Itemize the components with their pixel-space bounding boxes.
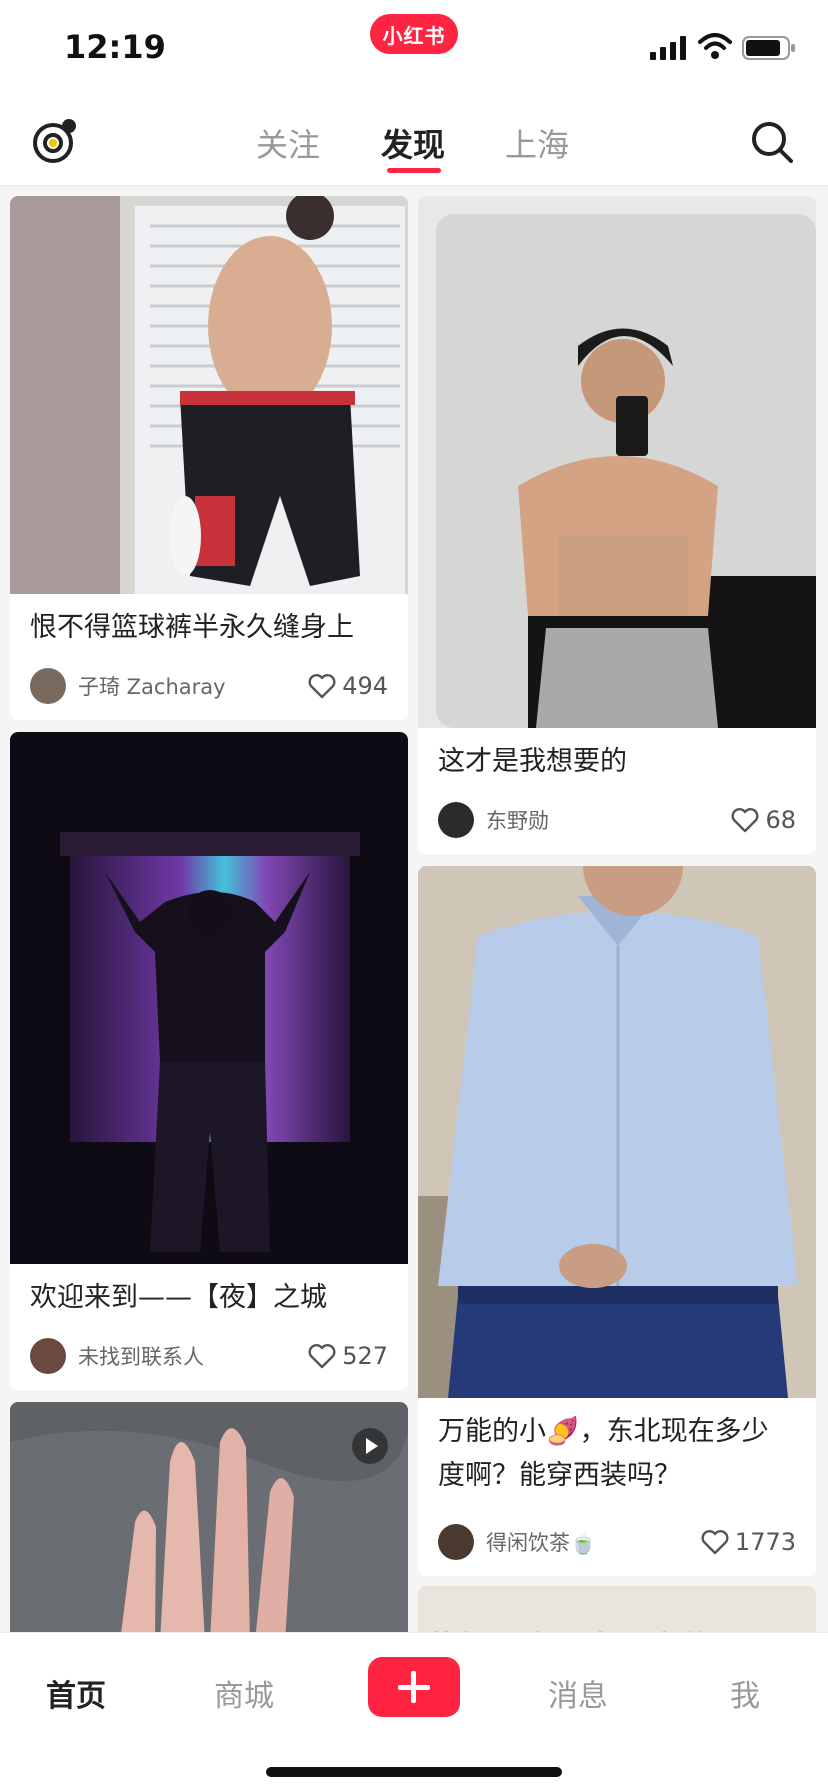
publish-button[interactable]: [368, 1657, 460, 1717]
like-button[interactable]: 527: [308, 1342, 388, 1370]
video-play-icon: [352, 1428, 388, 1464]
heart-icon: [308, 1344, 336, 1369]
author-name[interactable]: 子琦 Zacharay: [78, 671, 308, 701]
note-image: [10, 196, 408, 594]
heart-icon: [731, 808, 759, 833]
note-meta: 得闲饮茶🍵 1773: [438, 1522, 796, 1562]
tab-following[interactable]: 关注: [256, 120, 320, 166]
note-meta: 未找到联系人 527: [30, 1336, 388, 1376]
note-image: [10, 1402, 408, 1642]
cellular-signal-icon: [650, 36, 686, 60]
app-logo: 小红书: [370, 14, 458, 54]
nav-mall[interactable]: 商城: [214, 1671, 274, 1715]
note-card[interactable]: 万能的小🍠，东北现在多少 度啊？能穿西装吗？ 得闲饮茶🍵 1773: [418, 866, 816, 1576]
live-camera-icon[interactable]: [32, 118, 78, 164]
nav-messages[interactable]: 消息: [548, 1671, 608, 1715]
note-image: [418, 196, 816, 728]
status-bar: 12:19 小红书: [0, 0, 828, 90]
status-time: 12:19: [64, 28, 166, 66]
note-title: 欢迎来到——【夜】之城: [30, 1282, 327, 1313]
note-title-line-1: 万能的小🍠，东北现在多少: [438, 1416, 769, 1447]
nav-home[interactable]: 首页: [46, 1671, 106, 1715]
note-meta: 子琦 Zacharay 494: [30, 666, 388, 706]
note-card[interactable]: 这才是我想要的 东野勋 68: [418, 196, 816, 854]
like-count: 527: [342, 1342, 388, 1370]
author-name[interactable]: 未找到联系人: [78, 1341, 308, 1371]
note-card[interactable]: [10, 1402, 408, 1642]
heart-icon: [701, 1530, 729, 1555]
nav-me[interactable]: 我: [730, 1671, 760, 1715]
note-image: [418, 866, 816, 1398]
note-card[interactable]: 欢迎来到——【夜】之城 未找到联系人 527: [10, 732, 408, 1390]
search-icon[interactable]: [750, 120, 794, 164]
top-nav: 关注 发现 上海: [0, 90, 828, 186]
tab-shanghai[interactable]: 上海: [505, 120, 569, 166]
note-title: 恨不得篮球裤半永久缝身上: [30, 612, 354, 643]
battery-icon: [742, 36, 795, 60]
bottom-nav: 首页 商城 消息 我: [0, 1632, 828, 1792]
avatar[interactable]: [30, 1338, 66, 1374]
note-title: 这才是我想要的: [438, 746, 627, 777]
like-button[interactable]: 68: [731, 806, 796, 834]
note-title-line-2: 度啊？能穿西装吗？: [438, 1460, 681, 1491]
like-count: 494: [342, 672, 388, 700]
wifi-icon: [698, 33, 732, 59]
note-meta: 东野勋 68: [438, 800, 796, 840]
avatar[interactable]: [438, 802, 474, 838]
like-count: 1773: [734, 1528, 796, 1556]
author-name[interactable]: 东野勋: [486, 805, 731, 835]
avatar[interactable]: [438, 1524, 474, 1560]
tab-discover[interactable]: 发现: [381, 120, 445, 166]
note-image: [10, 732, 408, 1264]
heart-icon: [308, 674, 336, 699]
home-indicator: [266, 1767, 562, 1777]
note-card[interactable]: 恨不得篮球裤半永久缝身上 子琦 Zacharay 494: [10, 196, 408, 720]
like-count: 68: [765, 806, 796, 834]
avatar[interactable]: [30, 668, 66, 704]
active-tab-indicator: [387, 168, 441, 173]
author-name[interactable]: 得闲饮茶🍵: [486, 1527, 701, 1557]
like-button[interactable]: 1773: [701, 1528, 796, 1556]
like-button[interactable]: 494: [308, 672, 388, 700]
